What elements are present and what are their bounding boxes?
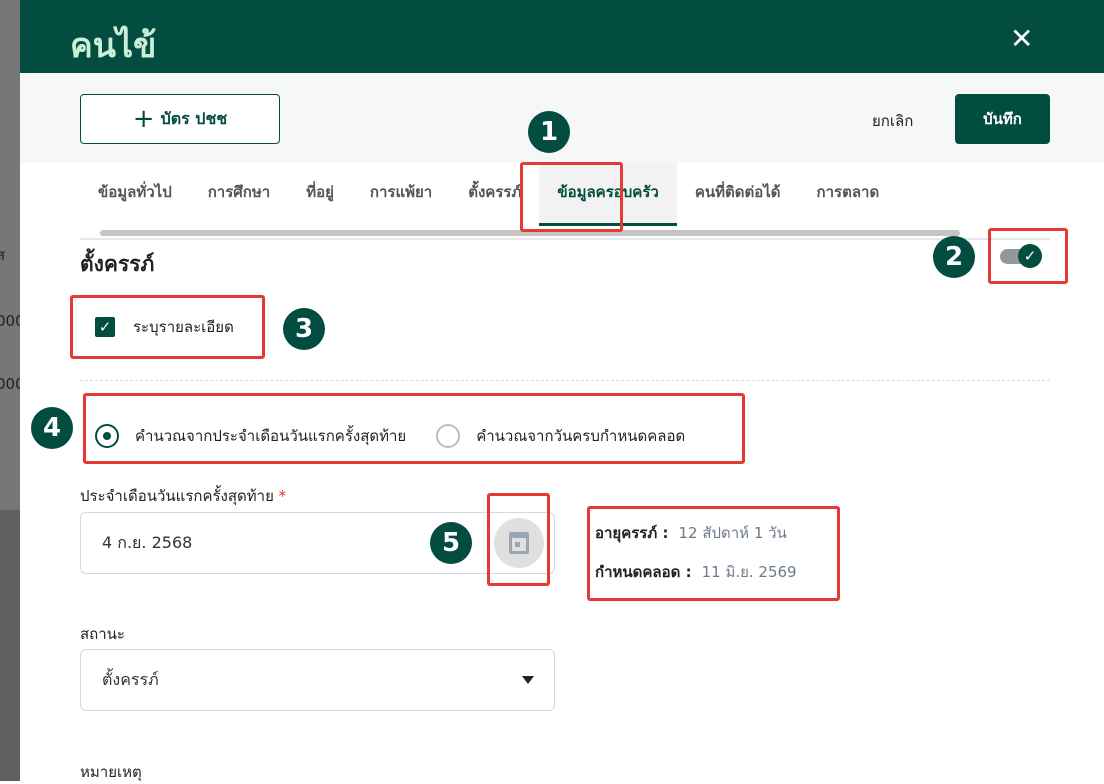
note-label: หมายเหตุ [80,763,142,781]
dialog-header: คนไข้ ✕ [20,0,1104,73]
divider [80,238,1050,240]
save-button[interactable]: บันทึก [955,94,1050,144]
highlight-box [988,228,1068,284]
id-card-label: บัตร ปชช [160,108,228,128]
backdrop: ส 000 000 [0,0,20,781]
annotation-badge: 3 [283,308,325,350]
tab-general[interactable]: ข้อมูลทั่วไป [80,163,190,227]
annotation-badge: 5 [430,522,472,564]
section-title: ตั้งครรภ์ [80,252,155,276]
id-card-button[interactable]: + บัตร ปชช [80,94,280,144]
divider [80,380,1050,381]
lmp-date-input[interactable]: 4 ก.ย. 2568 [80,512,555,574]
required-mark: * [278,487,287,505]
tab-allergy[interactable]: การแพ้ยา [352,163,450,227]
status-select[interactable]: ตั้งครรภ์ [80,649,555,711]
highlight-box [70,295,265,359]
backdrop-text: 000 [0,375,20,393]
backdrop-text: ส [0,246,6,264]
status-label: สถานะ [80,625,125,643]
tab-contacts[interactable]: คนที่ติดต่อได้ [677,163,799,227]
tab-marketing[interactable]: การตลาด [799,163,898,227]
tab-address[interactable]: ที่อยู่ [288,163,352,227]
cancel-button[interactable]: ยกเลิก [872,109,913,133]
highlight-box [83,393,745,464]
dialog-title: คนไข้ [70,26,157,66]
lmp-label-text: ประจำเดือนวันแรกครั้งสุดท้าย [80,487,274,505]
highlight-box [520,162,623,232]
lmp-label: ประจำเดือนวันแรกครั้งสุดท้าย * [80,484,286,508]
annotation-badge: 4 [31,407,73,449]
close-icon[interactable]: ✕ [1010,22,1033,55]
annotation-badge: 2 [933,236,975,278]
tab-education[interactable]: การศึกษา [190,163,288,227]
highlight-box [487,493,550,586]
plus-icon: + [132,104,155,134]
chevron-down-icon [522,676,534,684]
backdrop-text: 000 [0,312,20,330]
highlight-box [587,506,840,601]
annotation-badge: 1 [528,111,570,153]
